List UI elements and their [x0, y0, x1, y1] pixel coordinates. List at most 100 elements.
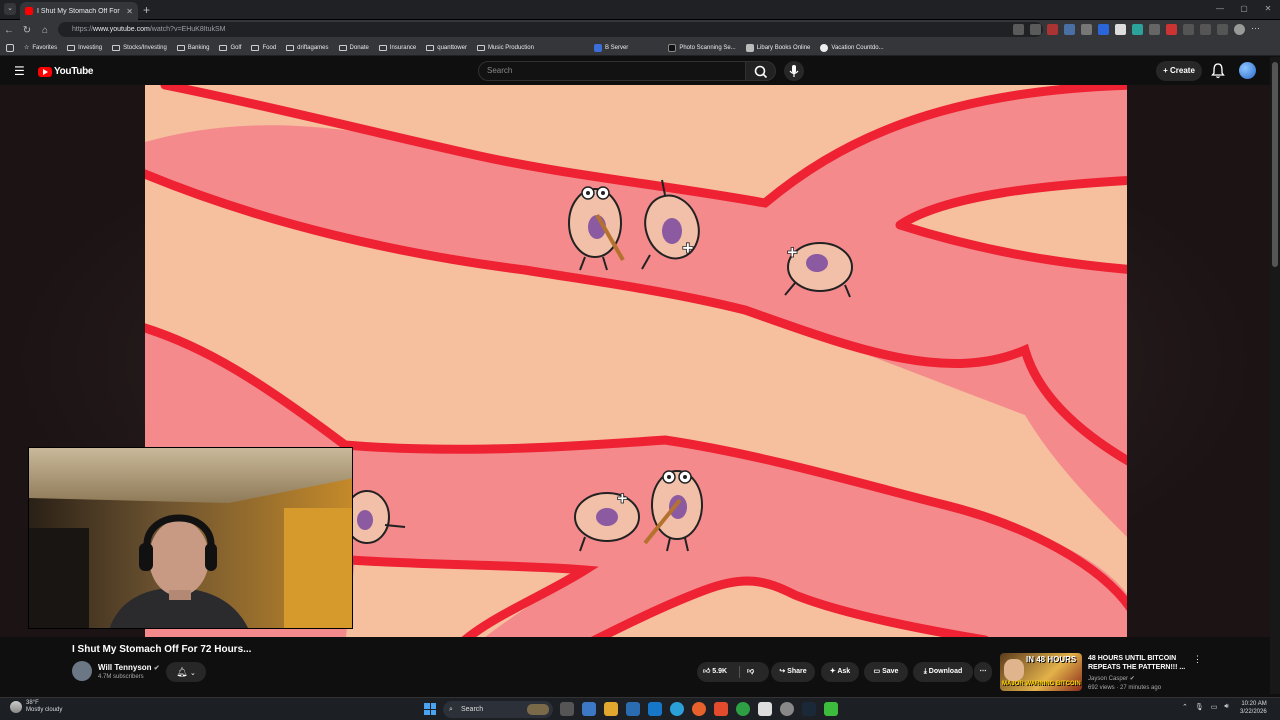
- volume-icon[interactable]: 🔊︎: [1224, 703, 1228, 711]
- app-icon[interactable]: [780, 702, 794, 716]
- new-tab-button[interactable]: +: [143, 2, 150, 18]
- back-icon[interactable]: ←: [0, 25, 18, 36]
- youtube-logo[interactable]: YouTube: [38, 66, 94, 77]
- like-button[interactable]: 👍︎ 5.9K: [703, 662, 727, 682]
- more-actions-button[interactable]: ⋯: [974, 662, 992, 682]
- youtube-play-icon: [38, 66, 52, 77]
- scrollbar-thumb[interactable]: [1272, 62, 1278, 267]
- bookmark-vacation[interactable]: Vacation Countdo...: [820, 43, 884, 52]
- app-icon[interactable]: [626, 702, 640, 716]
- bookmark-photo-scanning[interactable]: Photo Scanning Se...: [668, 43, 736, 52]
- brave-icon[interactable]: [714, 702, 728, 716]
- maximize-icon[interactable]: ▢: [1232, 0, 1256, 18]
- steam-icon[interactable]: [802, 702, 816, 716]
- account-avatar[interactable]: [1239, 62, 1256, 79]
- cloud-icon: [10, 701, 22, 713]
- favorites-icon[interactable]: [1200, 24, 1211, 35]
- like-count: 5.9K: [712, 668, 728, 675]
- download-button[interactable]: ⤓ Download: [913, 662, 973, 682]
- extension-icon[interactable]: [1064, 24, 1075, 35]
- voice-search-button[interactable]: [784, 61, 804, 81]
- calendar-icon[interactable]: [758, 702, 772, 716]
- bookmark-investing[interactable]: Investing: [67, 44, 103, 51]
- settings-icon[interactable]: [582, 702, 596, 716]
- search-input[interactable]: Search: [478, 61, 746, 81]
- refresh-icon[interactable]: ↻: [18, 25, 36, 36]
- close-window-icon[interactable]: ✕: [1256, 0, 1280, 18]
- taskbar-search[interactable]: ⌕ Search: [443, 701, 553, 718]
- favorite-star-icon[interactable]: [1030, 24, 1041, 35]
- chevron-up-icon[interactable]: ⌃: [1182, 703, 1188, 711]
- favorites-bar-icon[interactable]: [6, 43, 14, 52]
- subscription-bell-button[interactable]: 🔔︎ ⌄: [166, 662, 206, 682]
- clock[interactable]: 10:20 AM 3/22/2026: [1240, 700, 1267, 716]
- bookmark-golf[interactable]: Golf: [219, 44, 241, 51]
- firefox-icon[interactable]: [692, 702, 706, 716]
- clock-time: 10:20 AM: [1241, 701, 1267, 707]
- extension-icon[interactable]: [1047, 24, 1058, 35]
- share-button[interactable]: ↪ Share: [771, 662, 815, 682]
- video-player[interactable]: ✚ ✚ ✚: [0, 85, 1270, 637]
- save-button[interactable]: ▭ Save: [864, 662, 908, 682]
- start-button[interactable]: [424, 703, 436, 715]
- bookmark-b-server[interactable]: B Server: [593, 43, 628, 52]
- extension-icon[interactable]: [1166, 24, 1177, 35]
- recommended-video-thumbnail[interactable]: IN 48 HOURS MAJOR WARNING BITCOIN: [1000, 653, 1082, 691]
- bookmark-donate[interactable]: Donate: [338, 44, 369, 51]
- bookmark-insurance[interactable]: Insurance: [378, 44, 416, 51]
- minimize-icon[interactable]: —: [1208, 0, 1232, 18]
- extension-icon[interactable]: [1081, 24, 1092, 35]
- bookmark-label: quanttower: [437, 44, 467, 51]
- notifications-bell-icon[interactable]: [1211, 63, 1225, 79]
- channel-avatar[interactable]: [72, 661, 92, 681]
- extension-icon[interactable]: [1115, 24, 1126, 35]
- bookmark-driftagames[interactable]: driftagames: [286, 44, 329, 51]
- chat-icon[interactable]: ▭: [1211, 703, 1218, 711]
- taskbar-search-label: Search: [461, 706, 484, 713]
- bookmark-banking[interactable]: Banking: [176, 44, 209, 51]
- outlook-icon[interactable]: [648, 702, 662, 716]
- profile-icon[interactable]: [1234, 24, 1245, 35]
- search-button[interactable]: [746, 61, 776, 81]
- subscriber-count: 4.7M subscribers: [98, 674, 144, 680]
- dislike-button[interactable]: 👎︎: [747, 662, 754, 682]
- bookmark-favorites[interactable]: ☆ Favorites: [24, 44, 57, 52]
- windows-taskbar: 38°F Mostly cloudy ⌕ Search ⌃ 🎙︎ ▭ 🔊︎ 10:2…: [0, 697, 1280, 720]
- microphone-icon[interactable]: 🎙︎: [1195, 703, 1204, 711]
- file-explorer-icon[interactable]: [604, 702, 618, 716]
- create-button[interactable]: + Create: [1156, 61, 1202, 81]
- close-tab-icon[interactable]: ✕: [126, 7, 133, 16]
- tab-actions-icon[interactable]: ⌄: [4, 3, 16, 15]
- weather-widget[interactable]: 38°F Mostly cloudy: [10, 700, 62, 714]
- bookmark-stocks[interactable]: Stocks/Investing: [112, 44, 167, 51]
- verified-icon: ✔: [1129, 676, 1135, 682]
- bookmark-music-production[interactable]: Music Production: [476, 44, 534, 51]
- bookmark-quanttower[interactable]: quanttower: [426, 44, 467, 51]
- bookmark-label: Investing: [78, 44, 103, 51]
- window-controls: — ▢ ✕: [1208, 0, 1280, 18]
- recommended-channel[interactable]: Jayson Casper ✔: [1088, 675, 1135, 682]
- extensions-icon[interactable]: [1183, 24, 1194, 35]
- recommended-video-title[interactable]: 48 HOURS UNTIL BITCOIN REPEATS THE PATTE…: [1088, 654, 1188, 672]
- menu-icon[interactable]: ☰: [14, 64, 25, 78]
- extension-icon[interactable]: [1098, 24, 1109, 35]
- edge-icon[interactable]: [670, 702, 684, 716]
- collections-icon[interactable]: [1217, 24, 1228, 35]
- url-field[interactable]: https://www.youtube.com/watch?v=EHuK8Itu…: [58, 22, 1043, 37]
- recommended-menu-icon[interactable]: ⋮: [1193, 654, 1202, 665]
- bookmark-food[interactable]: Food: [251, 44, 276, 51]
- home-icon[interactable]: ⌂: [36, 25, 54, 36]
- ask-button[interactable]: ✦ Ask: [821, 662, 859, 682]
- xbox-icon[interactable]: [736, 702, 750, 716]
- bookmark-library-books[interactable]: Libary Books Online: [745, 43, 810, 52]
- app-icon[interactable]: [824, 702, 838, 716]
- menu-dots-icon[interactable]: ⋯: [1251, 24, 1262, 35]
- extension-icon[interactable]: [1132, 24, 1143, 35]
- task-view-icon[interactable]: [560, 702, 574, 716]
- extension-icon[interactable]: [1149, 24, 1160, 35]
- browser-tab[interactable]: I Shut My Stomach Off For 72 ... ✕: [20, 2, 138, 20]
- webcam-image: [29, 448, 352, 628]
- read-aloud-icon[interactable]: [1013, 24, 1024, 35]
- channel-name[interactable]: Will Tennyson ✔: [98, 663, 160, 672]
- page-scrollbar[interactable]: [1270, 57, 1280, 694]
